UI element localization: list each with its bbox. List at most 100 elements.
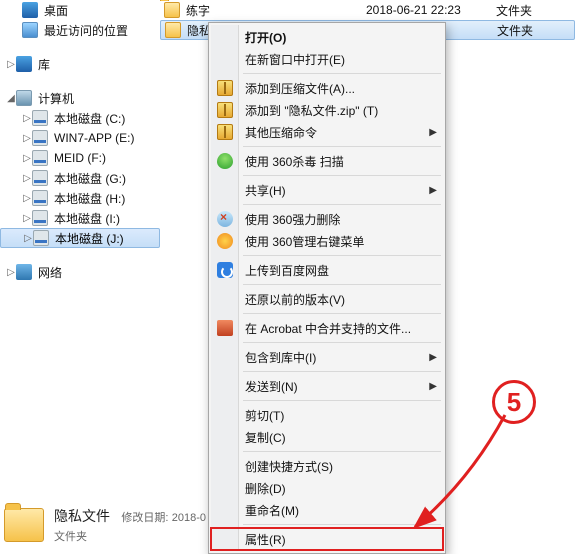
menu-separator [243, 255, 441, 256]
drive-icon [33, 230, 49, 246]
menu-separator [243, 73, 441, 74]
menu-item-properties[interactable]: 属性(R) [211, 528, 443, 550]
tree-item-drive[interactable]: ▷ 本地磁盘 (G:) [0, 168, 160, 188]
tree-label: 本地磁盘 (I:) [54, 210, 120, 227]
tree-item-network[interactable]: ▷ 网络 [0, 262, 160, 282]
tree-item-drive[interactable]: ▷ 本地磁盘 (C:) [0, 108, 160, 128]
tree-label: WIN7-APP (E:) [54, 131, 134, 145]
tree-item-drive[interactable]: ▷ WIN7-APP (E:) [0, 128, 160, 148]
manage-icon [217, 233, 233, 249]
shield-icon [217, 153, 233, 169]
tree-item-computer[interactable]: ◢ 计算机 [0, 88, 160, 108]
file-type: 文件夹 [497, 22, 557, 39]
tree-item-drive-selected[interactable]: ▷ 本地磁盘 (J:) [0, 228, 160, 248]
tree-item-library[interactable]: ▷ 库 [0, 54, 160, 74]
network-icon [16, 264, 32, 280]
menu-item-copy[interactable]: 复制(C) [211, 426, 443, 448]
acrobat-icon [217, 320, 233, 336]
desktop-icon [22, 2, 38, 18]
tree-item-drive[interactable]: ▷ 本地磁盘 (H:) [0, 188, 160, 208]
menu-item-delete[interactable]: 删除(D) [211, 477, 443, 499]
collapse-icon[interactable]: ◢ [6, 93, 16, 104]
tree-label: 本地磁盘 (C:) [54, 110, 125, 127]
menu-item-send-to[interactable]: 发送到(N) ▶ [211, 375, 443, 397]
submenu-arrow-icon: ▶ [429, 352, 437, 363]
menu-separator [243, 371, 441, 372]
menu-item-open-new-window[interactable]: 在新窗口中打开(E) [211, 48, 443, 70]
expand-icon[interactable]: ▷ [22, 133, 32, 144]
menu-item-share[interactable]: 共享(H) ▶ [211, 179, 443, 201]
expand-icon[interactable]: ▷ [6, 267, 16, 278]
menu-separator [243, 451, 441, 452]
expand-icon[interactable]: ▷ [22, 173, 32, 184]
preview-modified-label: 修改日期: [121, 512, 168, 524]
tree-label: 计算机 [38, 90, 74, 107]
force-delete-icon [217, 211, 233, 227]
expand-icon[interactable]: ▷ [6, 59, 16, 70]
file-type: 文件夹 [496, 2, 556, 19]
folder-icon [164, 2, 180, 18]
expand-icon[interactable]: ▷ [23, 233, 33, 244]
library-icon [16, 56, 32, 72]
menu-item-other-compress[interactable]: 其他压缩命令 ▶ [211, 121, 443, 143]
menu-item-include-library[interactable]: 包含到库中(I) ▶ [211, 346, 443, 368]
tree-item-recent[interactable]: 最近访问的位置 [0, 20, 160, 40]
annotation-step-badge: 5 [492, 380, 536, 424]
menu-separator [243, 204, 441, 205]
tree-label: 桌面 [44, 2, 68, 19]
drive-icon [32, 110, 48, 126]
drive-icon [32, 150, 48, 166]
drive-icon [32, 170, 48, 186]
tree-label: 最近访问的位置 [44, 22, 128, 39]
menu-item-add-to-named-zip[interactable]: 添加到 "隐私文件.zip" (T) [211, 99, 443, 121]
folder-icon [165, 22, 181, 38]
menu-item-rename[interactable]: 重命名(M) [211, 499, 443, 521]
menu-item-360-manage-menu[interactable]: 使用 360管理右键菜单 [211, 230, 443, 252]
computer-icon [16, 90, 32, 106]
file-row[interactable]: 练字 2018-06-21 22:23 文件夹 [160, 0, 575, 20]
tree-label: 库 [38, 56, 50, 73]
menu-item-open[interactable]: 打开(O) [211, 26, 443, 48]
menu-item-add-to-archive[interactable]: 添加到压缩文件(A)... [211, 77, 443, 99]
menu-separator [243, 175, 441, 176]
tree-item-drive[interactable]: ▷ 本地磁盘 (I:) [0, 208, 160, 228]
expand-icon[interactable]: ▷ [22, 213, 32, 224]
menu-item-restore-previous[interactable]: 还原以前的版本(V) [211, 288, 443, 310]
drive-icon [32, 190, 48, 206]
menu-item-upload-baidu[interactable]: 上传到百度网盘 [211, 259, 443, 281]
expand-icon[interactable]: ▷ [22, 113, 32, 124]
submenu-arrow-icon: ▶ [429, 185, 437, 196]
nav-tree: 桌面 最近访问的位置 ▷ 库 ◢ 计算机 ▷ 本地磁盘 (C:) ▷ WIN7-… [0, 0, 160, 500]
expand-icon[interactable]: ▷ [22, 153, 32, 164]
folder-icon [4, 508, 44, 542]
menu-item-360-scan[interactable]: 使用 360杀毒 扫描 [211, 150, 443, 172]
tree-item-desktop[interactable]: 桌面 [0, 0, 160, 20]
recent-icon [22, 22, 38, 38]
baidu-icon [217, 262, 233, 278]
menu-item-acrobat-combine[interactable]: 在 Acrobat 中合并支持的文件... [211, 317, 443, 339]
menu-separator [243, 146, 441, 147]
tree-item-drive[interactable]: ▷ MEID (F:) [0, 148, 160, 168]
menu-separator [243, 342, 441, 343]
expand-icon[interactable]: ▷ [22, 193, 32, 204]
preview-type: 文件夹 [54, 528, 206, 544]
file-name: 练字 [186, 2, 366, 19]
context-menu: 打开(O) 在新窗口中打开(E) 添加到压缩文件(A)... 添加到 "隐私文件… [208, 22, 446, 554]
menu-separator [243, 400, 441, 401]
tree-label: 本地磁盘 (H:) [54, 190, 125, 207]
tree-label: 本地磁盘 (G:) [54, 170, 126, 187]
tree-label: 网络 [38, 264, 62, 281]
file-date: 2018-06-21 22:23 [366, 3, 496, 17]
archive-icon [217, 102, 233, 118]
details-pane: 隐私文件 修改日期: 2018-0 文件夹 [4, 500, 206, 550]
menu-item-360-force-delete[interactable]: 使用 360强力删除 [211, 208, 443, 230]
menu-item-create-shortcut[interactable]: 创建快捷方式(S) [211, 455, 443, 477]
submenu-arrow-icon: ▶ [429, 381, 437, 392]
preview-modified-value: 2018-0 [172, 512, 206, 524]
archive-icon [217, 124, 233, 140]
menu-item-cut[interactable]: 剪切(T) [211, 404, 443, 426]
annotation-step-number: 5 [507, 387, 521, 417]
menu-separator [243, 524, 441, 525]
drive-icon [32, 130, 48, 146]
drive-icon [32, 210, 48, 226]
